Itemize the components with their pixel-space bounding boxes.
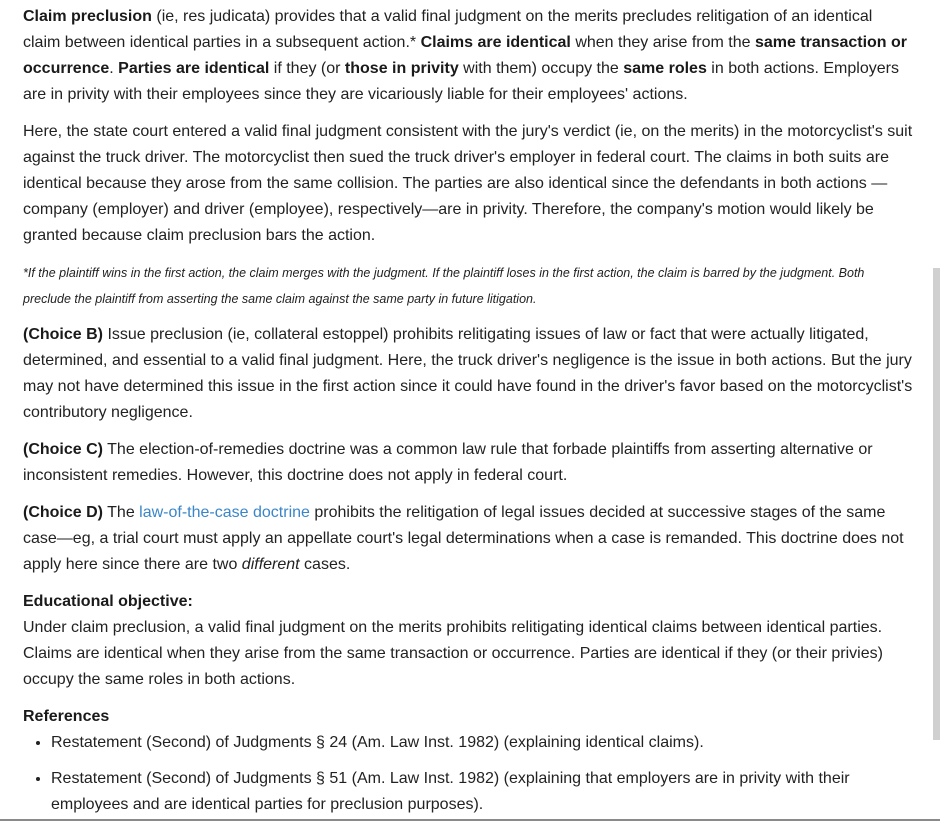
choice-b-text: Issue preclusion (ie, collateral estoppe… <box>23 326 913 421</box>
text-span: if they (or <box>269 60 345 77</box>
footnote: *If the plaintiff wins in the first acti… <box>23 266 865 306</box>
bold-term: same roles <box>623 60 707 77</box>
text-span: when they arise from the <box>570 34 755 51</box>
references-list: Restatement (Second) of Judgments § 24 (… <box>23 730 913 818</box>
law-of-the-case-link[interactable]: law-of-the-case doctrine <box>139 504 310 521</box>
text-span: with them) occupy the <box>458 60 624 77</box>
text-span: The <box>103 504 140 521</box>
emphasis-text: different <box>241 556 300 573</box>
educational-objective-text: Under claim preclusion, a valid final ju… <box>23 619 883 688</box>
bold-term: those in privity <box>344 60 459 77</box>
choice-c-explanation: (Choice C) The election-of-remedies doct… <box>23 437 913 489</box>
reference-item: Restatement (Second) of Judgments § 51 (… <box>51 766 913 818</box>
choice-d-explanation: (Choice D) The law-of-the-case doctrine … <box>23 500 913 578</box>
explanation-content: Claim preclusion (ie, res judicata) prov… <box>23 4 913 828</box>
references-heading: References <box>23 708 110 725</box>
claim-preclusion-paragraph: Claim preclusion (ie, res judicata) prov… <box>23 4 913 108</box>
scrollbar-thumb[interactable] <box>933 268 940 740</box>
bold-term: Claims are identical <box>420 34 571 51</box>
text-span: cases. <box>299 556 351 573</box>
choice-b-label: (Choice B) <box>23 326 103 343</box>
application-paragraph: Here, the state court entered a valid fi… <box>23 123 913 244</box>
choice-c-text: The election-of-remedies doctrine was a … <box>23 441 873 484</box>
choice-d-label: (Choice D) <box>23 504 103 521</box>
claim-preclusion-term: Claim preclusion <box>23 8 152 25</box>
reference-item: Restatement (Second) of Judgments § 24 (… <box>51 730 913 756</box>
text-span: . <box>109 60 119 77</box>
choice-b-explanation: (Choice B) Issue preclusion (ie, collate… <box>23 322 913 426</box>
educational-objective-heading: Educational objective: <box>23 593 193 610</box>
bold-term: Parties are identical <box>118 60 270 77</box>
choice-c-label: (Choice C) <box>23 441 103 458</box>
